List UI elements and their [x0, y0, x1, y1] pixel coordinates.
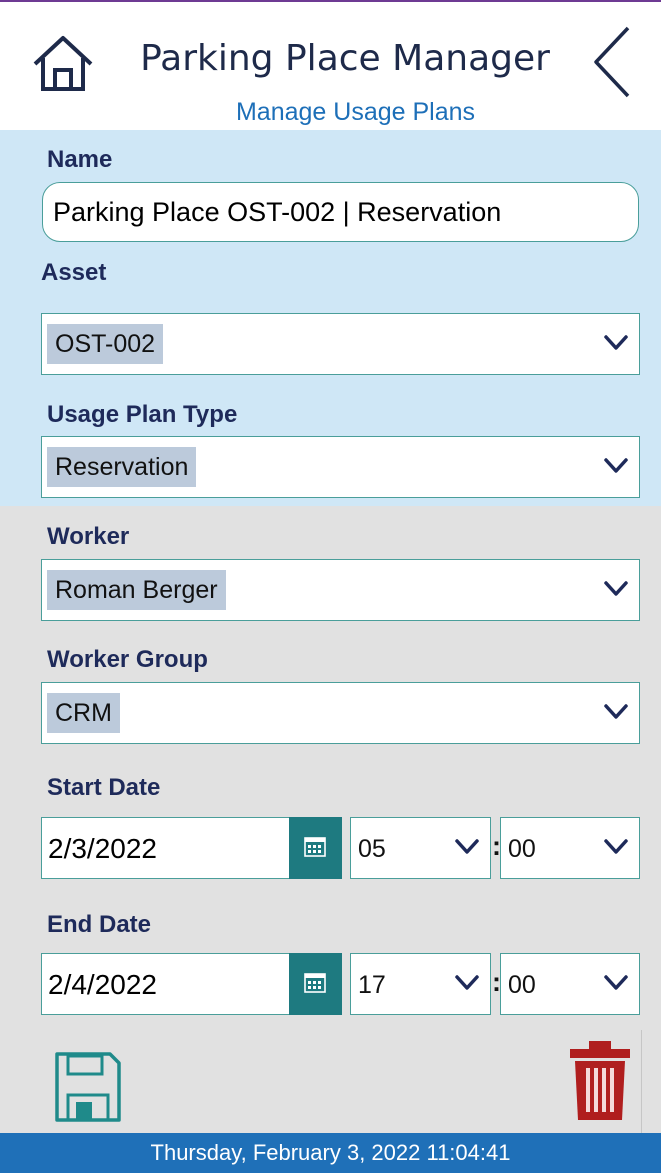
start-minute-dropdown[interactable]: 00	[500, 817, 640, 879]
start-minute-value: 00	[508, 835, 536, 863]
start-hour-dropdown[interactable]: 05	[350, 817, 491, 879]
usage-plan-type-dropdown[interactable]: Reservation	[41, 436, 640, 498]
trash-icon[interactable]	[569, 1041, 631, 1121]
worker-group-dropdown[interactable]: CRM	[41, 682, 640, 744]
app-header: Parking Place Manager Manage Usage Plans	[0, 2, 661, 130]
chevron-down-icon	[604, 458, 628, 473]
status-timestamp-bar: Thursday, February 3, 2022 11:04:41	[0, 1133, 661, 1173]
end-date-calendar-button[interactable]	[289, 953, 342, 1015]
usage-plan-type-label: Usage Plan Type	[47, 401, 238, 428]
end-minute-dropdown[interactable]: 00	[500, 953, 640, 1015]
chevron-down-icon	[604, 704, 628, 719]
floppy-disk-icon[interactable]	[54, 1051, 122, 1123]
end-date-label: End Date	[47, 911, 152, 938]
app-title: Parking Place Manager	[140, 38, 550, 79]
asset-selected-value: OST-002	[47, 324, 164, 364]
chevron-down-icon	[604, 581, 628, 596]
start-date-calendar-button[interactable]	[289, 817, 342, 879]
page-subtitle: Manage Usage Plans	[235, 98, 476, 126]
chevron-down-icon	[455, 975, 479, 990]
start-date-label: Start Date	[47, 774, 161, 801]
usage-plan-type-selected-value: Reservation	[47, 447, 197, 487]
worker-group-selected-value: CRM	[47, 693, 120, 733]
end-hour-value: 17	[358, 971, 386, 999]
name-input[interactable]: Parking Place OST-002 | Reservation	[42, 182, 639, 242]
chevron-left-icon[interactable]	[588, 24, 636, 100]
end-hour-dropdown[interactable]: 17	[350, 953, 491, 1015]
worker-group-label: Worker Group	[47, 646, 208, 673]
asset-label: Asset	[41, 259, 107, 286]
calendar-icon	[304, 973, 326, 993]
worker-selected-value: Roman Berger	[47, 570, 226, 610]
chevron-down-icon	[455, 839, 479, 854]
chevron-down-icon	[604, 335, 628, 350]
chevron-down-icon	[604, 839, 628, 854]
asset-dropdown[interactable]: OST-002	[41, 313, 640, 375]
end-minute-value: 00	[508, 971, 536, 999]
chevron-down-icon	[604, 975, 628, 990]
calendar-icon	[304, 837, 326, 857]
start-hour-value: 05	[358, 835, 386, 863]
name-label: Name	[47, 146, 113, 173]
vertical-divider	[641, 1030, 642, 1133]
worker-label: Worker	[47, 523, 130, 550]
worker-dropdown[interactable]: Roman Berger	[41, 559, 640, 621]
